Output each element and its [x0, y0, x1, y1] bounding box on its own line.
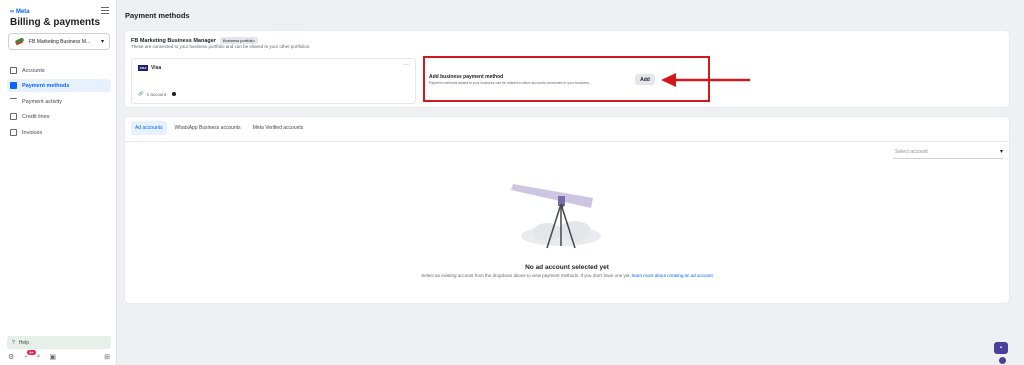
sidebar-item-label: Payment methods — [22, 82, 70, 89]
business-selector[interactable]: FB Marketing Business M... ▾ — [8, 33, 110, 50]
sidebar: ∞ Meta Billing & payments FB Marketing B… — [0, 0, 117, 365]
empty-state-title: No ad account selected yet — [525, 264, 609, 271]
caret-down-icon: ▾ — [999, 149, 1003, 155]
caret-down-icon: ▾ — [100, 39, 104, 45]
sidebar-item-credit-lines[interactable]: Credit lines — [7, 110, 111, 123]
business-name: FB Marketing Business Manager Business p… — [131, 37, 258, 44]
sidebar-item-label: Payment activity — [22, 98, 63, 105]
tab-ad-accounts[interactable]: Ad accounts — [131, 121, 167, 135]
briefcase-icon[interactable]: ▣ — [49, 353, 56, 361]
visa-logo-icon: VISA — [138, 65, 148, 71]
notifications-icon[interactable]: ◔ 9+ — [23, 349, 36, 361]
notification-badge: 9+ — [27, 349, 36, 355]
sidebar-footer: ⚙ ◔ 9+ ⌕ ▣ ⊞ — [8, 349, 112, 362]
payment-methods-icon — [10, 82, 17, 89]
help-icon: ? — [12, 339, 15, 346]
sidebar-item-payment-activity[interactable]: Payment activity — [7, 95, 111, 108]
annotation-arrow-icon — [661, 73, 750, 87]
help-button[interactable]: ? Help — [7, 336, 111, 349]
select-account-placeholder: Select account — [895, 148, 928, 155]
search-icon[interactable]: ⌕ — [37, 353, 41, 361]
account-count-label: 1 account — [146, 91, 167, 97]
help-label: Help — [18, 339, 30, 346]
empty-state-text: Select an existing account from the drop… — [421, 273, 631, 278]
visa-label: Visa — [151, 65, 162, 71]
collapse-icon[interactable]: ⊞ — [104, 353, 110, 361]
sidebar-item-label: Accounts — [22, 67, 45, 74]
app-title: Billing & payments — [10, 17, 101, 28]
business-portfolio-tag: Business portfolio — [219, 37, 258, 44]
settings-icon[interactable]: ⚙ — [8, 353, 14, 361]
sidebar-item-payment-methods[interactable]: Payment methods — [7, 79, 111, 92]
business-card-subtitle: These are connected to your business por… — [131, 44, 311, 49]
business-selector-label: FB Marketing Business M... — [29, 38, 91, 45]
accounts-card: Ad accounts WhatsApp Business accounts M… — [125, 117, 1009, 303]
tab-meta-verified-accounts[interactable]: Meta Verified accounts — [249, 121, 308, 135]
meta-logo: ∞ Meta — [10, 9, 30, 15]
accounts-icon — [10, 67, 17, 74]
activity-icon — [10, 98, 17, 105]
info-icon[interactable] — [172, 92, 177, 96]
tab-whatsapp-business-accounts[interactable]: WhatsApp Business accounts — [171, 121, 245, 135]
telescope-illustration-icon — [511, 184, 601, 249]
visa-payment-method[interactable]: VISA Visa ··· 🔗 1 account — [131, 58, 416, 104]
business-logo-icon — [14, 37, 25, 46]
chat-button[interactable]: ▪ — [994, 342, 1008, 354]
menu-icon[interactable] — [101, 7, 109, 14]
sidebar-item-invoices[interactable]: Invoices — [7, 126, 111, 139]
sidebar-item-label: Credit lines — [22, 113, 50, 120]
credit-lines-icon — [10, 113, 17, 120]
select-account-dropdown[interactable]: Select account ▾ — [893, 145, 1003, 159]
visa-account-count: 🔗 1 account — [138, 91, 177, 97]
learn-more-link[interactable]: learn more about creating an ad account — [632, 273, 713, 278]
empty-state-description: Select an existing account from the drop… — [125, 273, 1009, 278]
divider — [125, 141, 1009, 142]
invoices-icon — [10, 129, 17, 136]
business-title: FB Marketing Business Manager — [131, 37, 216, 44]
support-icon[interactable] — [999, 357, 1006, 364]
more-options-button[interactable]: ··· — [403, 62, 409, 68]
sidebar-item-label: Invoices — [22, 129, 43, 136]
link-icon: 🔗 — [138, 91, 144, 96]
chat-icon: ▪ — [999, 345, 1003, 351]
sidebar-item-accounts[interactable]: Accounts — [7, 64, 111, 77]
page-title: Payment methods — [125, 11, 190, 20]
account-tabs: Ad accounts WhatsApp Business accounts M… — [131, 121, 307, 135]
